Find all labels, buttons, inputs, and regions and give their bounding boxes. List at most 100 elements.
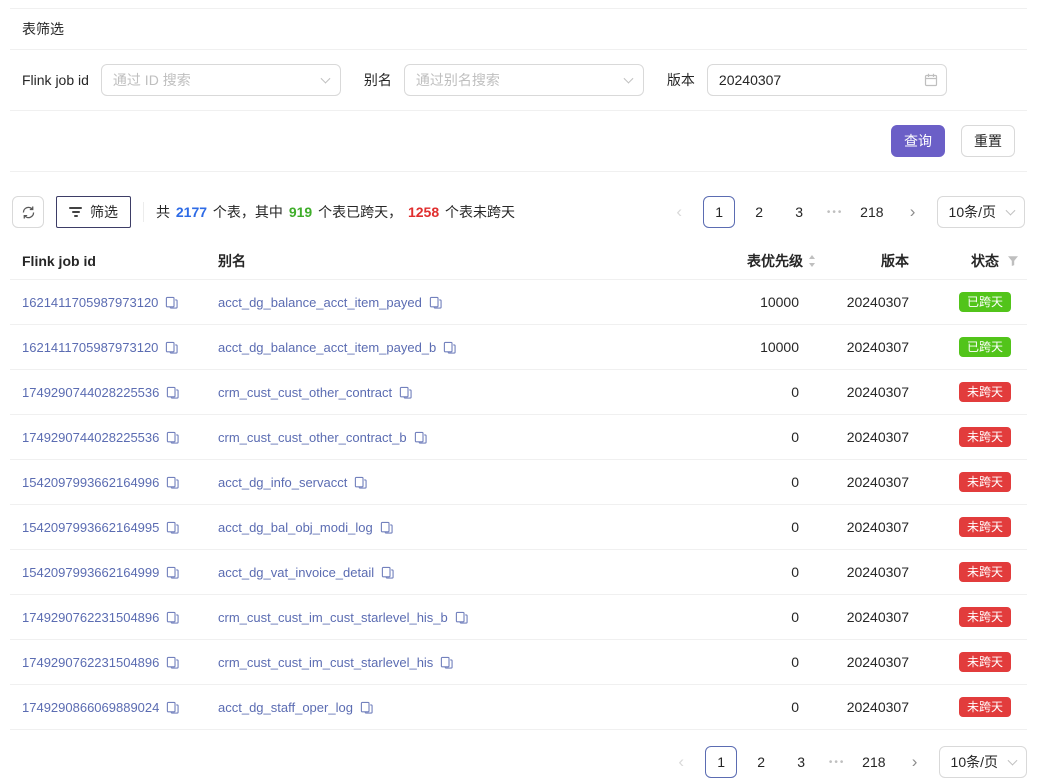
pagination-bottom-wrapper: ‹ 1 2 3 ••• 218 › 10条/页 <box>10 746 1027 778</box>
copy-icon[interactable] <box>381 566 394 579</box>
flink-job-id-link[interactable]: 1749290762231504896 <box>22 610 159 625</box>
alias-link[interactable]: crm_cust_cust_im_cust_starlevel_his <box>218 655 433 670</box>
flink-job-id-link[interactable]: 1749290744028225536 <box>22 385 159 400</box>
priority-cell: 0 <box>667 384 817 400</box>
copy-icon[interactable] <box>166 476 179 489</box>
next-page-button[interactable]: › <box>897 196 929 228</box>
priority-cell: 0 <box>667 429 817 445</box>
flink-job-id-link[interactable]: 1749290866069889024 <box>22 700 159 715</box>
alias-link[interactable]: crm_cust_cust_other_contract <box>218 385 392 400</box>
copy-icon[interactable] <box>166 521 179 534</box>
flink-job-id-link[interactable]: 1749290744028225536 <box>22 430 159 445</box>
alias-cell: crm_cust_cust_other_contract_b <box>218 430 667 445</box>
flink-job-id-cell: 1621411705987973120 <box>22 340 218 355</box>
flink-job-id-link[interactable]: 1542097993662164996 <box>22 475 159 490</box>
version-cell: 20240307 <box>817 654 909 670</box>
copy-icon[interactable] <box>455 611 468 624</box>
refresh-icon <box>21 205 36 220</box>
alias-select[interactable] <box>404 64 644 96</box>
pagination-ellipsis[interactable]: ••• <box>823 207 847 218</box>
copy-icon[interactable] <box>166 431 179 444</box>
status-badge: 已跨天 <box>959 292 1011 312</box>
flink-job-id-link[interactable]: 1542097993662164999 <box>22 565 159 580</box>
filter-toggle-button[interactable]: 筛选 <box>56 196 131 228</box>
reset-button[interactable]: 重置 <box>961 125 1015 157</box>
alias-cell: acct_dg_staff_oper_log <box>218 700 667 715</box>
page-size-label: 10条/页 <box>949 202 996 222</box>
table-row: 1749290744028225536 crm_cust_cust_other_… <box>10 370 1027 415</box>
filter-toggle-label: 筛选 <box>90 202 118 222</box>
page-button-1[interactable]: 1 <box>703 196 735 228</box>
page-button-last[interactable]: 218 <box>855 196 888 228</box>
pagination-ellipsis[interactable]: ••• <box>825 757 849 768</box>
copy-icon[interactable] <box>443 341 456 354</box>
column-header-priority-label: 表优先级 <box>747 251 803 271</box>
table-row: 1621411705987973120 acct_dg_balance_acct… <box>10 325 1027 370</box>
page-button-3[interactable]: 3 <box>785 746 817 778</box>
copy-icon[interactable] <box>165 341 178 354</box>
toolbar: 筛选 共 2177 个表，其中 919 个表已跨天， 1258 个表未跨天 ‹ … <box>10 196 1027 228</box>
page-button-2[interactable]: 2 <box>743 196 775 228</box>
pagination-top: ‹ 1 2 3 ••• 218 › 10条/页 <box>663 196 1025 228</box>
copy-icon[interactable] <box>399 386 412 399</box>
alias-input[interactable] <box>404 64 644 96</box>
page-size-select[interactable]: 10条/页 <box>937 196 1025 228</box>
copy-icon[interactable] <box>165 296 178 309</box>
flink-job-id-input[interactable] <box>101 64 341 96</box>
prev-page-button[interactable]: ‹ <box>663 196 695 228</box>
flink-job-id-link[interactable]: 1621411705987973120 <box>22 340 158 355</box>
alias-link[interactable]: acct_dg_staff_oper_log <box>218 700 353 715</box>
copy-icon[interactable] <box>414 431 427 444</box>
alias-link[interactable]: acct_dg_balance_acct_item_payed <box>218 295 422 310</box>
flink-job-id-cell: 1749290744028225536 <box>22 385 218 400</box>
next-page-button[interactable]: › <box>899 746 931 778</box>
copy-icon[interactable] <box>354 476 367 489</box>
version-date-picker[interactable] <box>707 64 947 96</box>
copy-icon[interactable] <box>166 611 179 624</box>
column-header-priority[interactable]: 表优先级 <box>667 251 817 271</box>
flink-job-id-select[interactable] <box>101 64 341 96</box>
query-button[interactable]: 查询 <box>891 125 945 157</box>
version-cell: 20240307 <box>817 339 909 355</box>
alias-field: 别名 <box>364 64 644 96</box>
status-badge: 未跨天 <box>959 382 1011 402</box>
alias-cell: acct_dg_balance_acct_item_payed <box>218 295 667 310</box>
uncrossed-count: 1258 <box>408 204 439 220</box>
copy-icon[interactable] <box>360 701 373 714</box>
sort-icon[interactable] <box>807 254 817 268</box>
column-header-status-label: 状态 <box>971 251 999 271</box>
version-input[interactable] <box>707 64 947 96</box>
flink-job-id-cell: 1749290762231504896 <box>22 610 218 625</box>
alias-link[interactable]: acct_dg_balance_acct_item_payed_b <box>218 340 436 355</box>
copy-icon[interactable] <box>166 701 179 714</box>
flink-job-id-link[interactable]: 1749290762231504896 <box>22 655 159 670</box>
summary-mid1: 个表，其中 <box>209 204 287 220</box>
alias-link[interactable]: acct_dg_info_servacct <box>218 475 347 490</box>
copy-icon[interactable] <box>166 386 179 399</box>
status-badge: 已跨天 <box>959 337 1011 357</box>
page-button-1[interactable]: 1 <box>705 746 737 778</box>
page-button-2[interactable]: 2 <box>745 746 777 778</box>
priority-cell: 10000 <box>667 294 817 310</box>
copy-icon[interactable] <box>440 656 453 669</box>
alias-link[interactable]: crm_cust_cust_im_cust_starlevel_his_b <box>218 610 448 625</box>
prev-page-button[interactable]: ‹ <box>665 746 697 778</box>
copy-icon[interactable] <box>429 296 442 309</box>
summary-mid2: 个表已跨天， <box>314 204 406 220</box>
alias-link[interactable]: acct_dg_vat_invoice_detail <box>218 565 374 580</box>
alias-link[interactable]: acct_dg_bal_obj_modi_log <box>218 520 373 535</box>
flink-job-id-link[interactable]: 1621411705987973120 <box>22 295 158 310</box>
filter-funnel-icon[interactable] <box>1007 255 1019 267</box>
vertical-divider <box>143 202 144 222</box>
copy-icon[interactable] <box>166 656 179 669</box>
refresh-button[interactable] <box>12 196 44 228</box>
flink-job-id-link[interactable]: 1542097993662164995 <box>22 520 159 535</box>
page-button-last[interactable]: 218 <box>857 746 890 778</box>
copy-icon[interactable] <box>380 521 393 534</box>
page-button-3[interactable]: 3 <box>783 196 815 228</box>
version-cell: 20240307 <box>817 429 909 445</box>
copy-icon[interactable] <box>166 566 179 579</box>
alias-link[interactable]: crm_cust_cust_other_contract_b <box>218 430 407 445</box>
status-cell: 未跨天 <box>909 472 1019 492</box>
page-size-select[interactable]: 10条/页 <box>939 746 1027 778</box>
